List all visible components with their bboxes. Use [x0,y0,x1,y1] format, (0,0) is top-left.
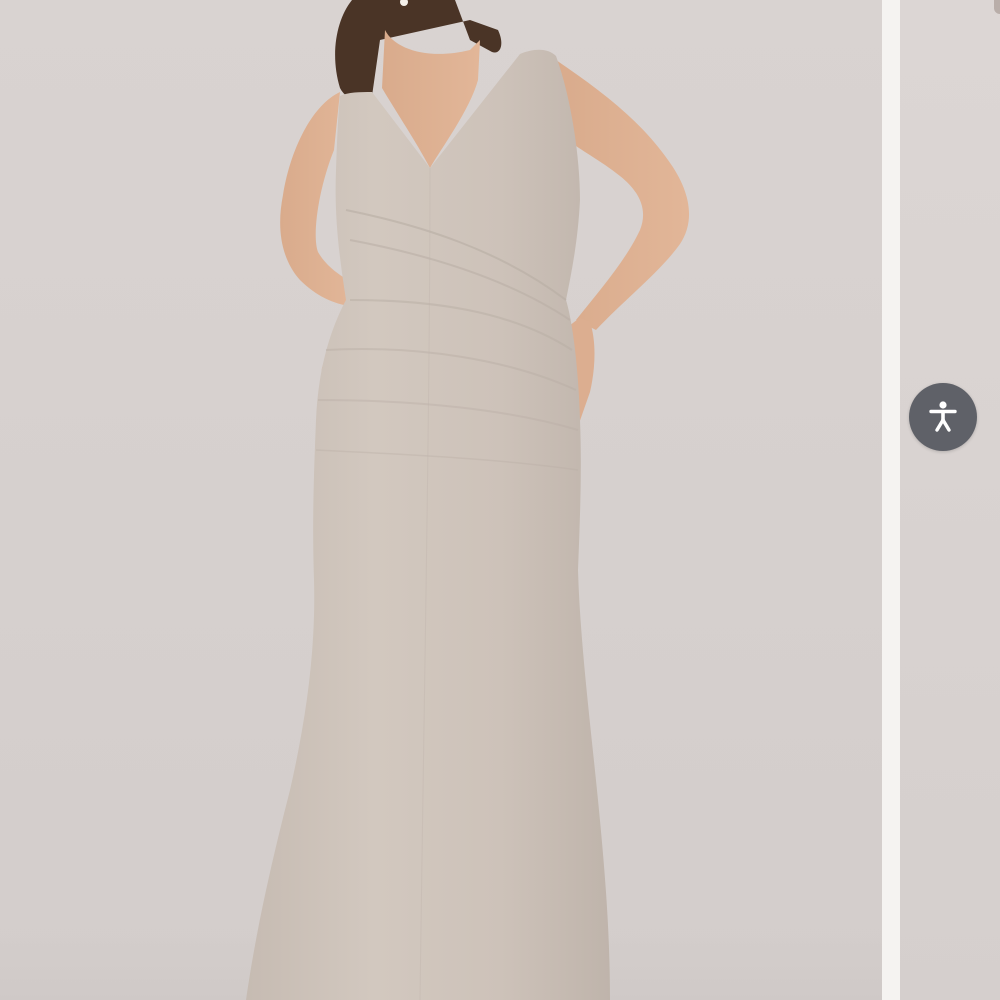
accessibility-button[interactable] [909,383,977,451]
gallery-divider [882,0,900,1000]
gallery-slide-next[interactable] [900,0,1000,1000]
product-gallery-page [0,0,1000,1000]
dress-photo [0,0,882,1000]
accessibility-icon [929,401,957,432]
next-photo-peek [994,0,1000,14]
gallery-slide-main[interactable] [0,0,882,1000]
